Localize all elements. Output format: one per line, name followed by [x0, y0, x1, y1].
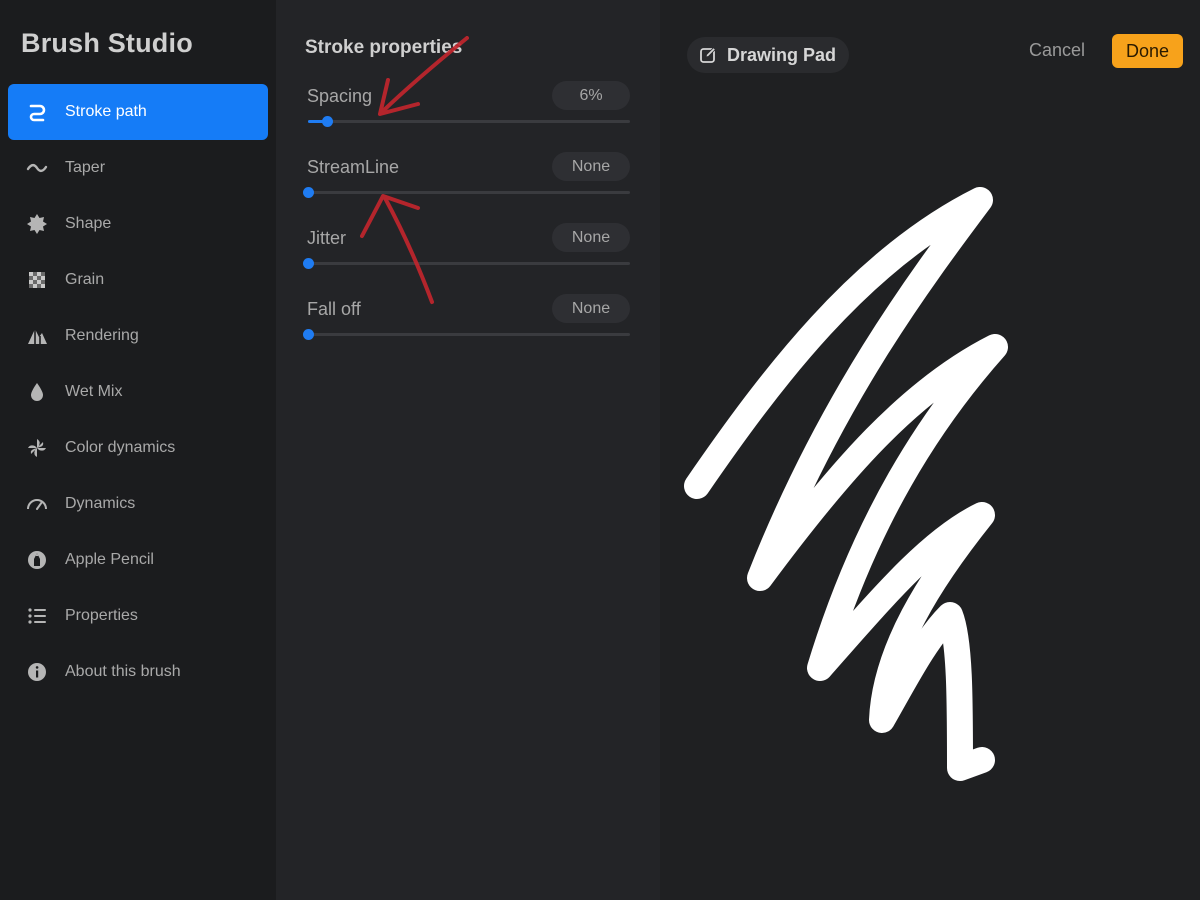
sidebar-item-label: Stroke path — [65, 103, 147, 120]
drawing-pad[interactable]: Drawing Pad Cancel Done — [660, 0, 1200, 900]
slider-knob[interactable] — [303, 187, 314, 198]
setting-fall-off: Fall off None — [303, 293, 630, 353]
rendering-icon — [25, 324, 49, 348]
grain-icon — [25, 268, 49, 292]
info-icon — [25, 660, 49, 684]
sidebar-item-label: Color dynamics — [65, 439, 176, 456]
setting-value[interactable]: None — [552, 223, 630, 252]
brush-stroke-preview — [684, 187, 1008, 781]
shape-icon — [25, 212, 49, 236]
stroke-properties-panel: Stroke properties Spacing 6% StreamLine … — [276, 0, 660, 900]
sidebar-item-grain[interactable]: Grain — [8, 252, 268, 308]
sidebar-item-color-dynamics[interactable]: Color dynamics — [8, 420, 268, 476]
setting-label: Spacing — [307, 86, 373, 106]
stroke-path-icon — [25, 100, 49, 124]
sidebar-item-label: Grain — [65, 271, 105, 288]
sidebar-item-label: Taper — [65, 159, 106, 176]
sidebar-item-apple-pencil[interactable]: Apple Pencil — [8, 532, 268, 588]
sidebar-item-properties[interactable]: Properties — [8, 588, 268, 644]
setting-spacing: Spacing 6% — [306, 80, 630, 140]
properties-icon — [25, 604, 49, 628]
sidebar-item-wet-mix[interactable]: Wet Mix — [8, 364, 268, 420]
apple-pencil-icon — [25, 548, 49, 572]
sidebar-item-taper[interactable]: Taper — [8, 140, 268, 196]
setting-jitter: Jitter None — [303, 222, 630, 282]
panel-title: Stroke properties — [305, 37, 463, 58]
sidebar-item-label: Shape — [65, 215, 112, 232]
slider-knob[interactable] — [303, 329, 314, 340]
sidebar-item-stroke-path[interactable]: Stroke path — [8, 84, 268, 140]
setting-streamline: StreamLine None — [303, 151, 630, 211]
sidebar-item-label: About this brush — [65, 663, 181, 680]
sidebar-item-shape[interactable]: Shape — [8, 196, 268, 252]
slider-track[interactable] — [303, 187, 630, 198]
slider-knob[interactable] — [303, 258, 314, 269]
slider-track[interactable] — [308, 116, 630, 127]
setting-value[interactable]: None — [552, 152, 630, 181]
sidebar-item-label: Apple Pencil — [65, 551, 154, 568]
sidebar-item-label: Properties — [65, 607, 138, 624]
slider-track[interactable] — [303, 258, 630, 269]
sidebar: Brush Studio Stroke path Taper Shape Gra… — [0, 0, 276, 900]
setting-label: StreamLine — [307, 157, 400, 177]
color-dynamics-icon — [25, 436, 49, 460]
sidebar-item-label: Rendering — [65, 327, 139, 344]
wet-mix-icon — [25, 380, 49, 404]
taper-icon — [25, 156, 49, 180]
sidebar-item-about-this-brush[interactable]: About this brush — [8, 644, 268, 700]
sidebar-item-dynamics[interactable]: Dynamics — [8, 476, 268, 532]
setting-value[interactable]: 6% — [552, 81, 630, 110]
sidebar-list: Stroke path Taper Shape Grain Rendering … — [8, 84, 268, 700]
sidebar-item-label: Dynamics — [65, 495, 136, 512]
sidebar-item-label: Wet Mix — [65, 383, 123, 400]
slider-knob[interactable] — [322, 116, 334, 127]
sidebar-item-rendering[interactable]: Rendering — [8, 308, 268, 364]
dynamics-icon — [25, 492, 49, 516]
slider-track[interactable] — [303, 329, 630, 340]
setting-label: Fall off — [307, 299, 361, 319]
setting-value[interactable]: None — [552, 294, 630, 323]
app-title: Brush Studio — [21, 28, 193, 58]
setting-label: Jitter — [307, 228, 347, 248]
